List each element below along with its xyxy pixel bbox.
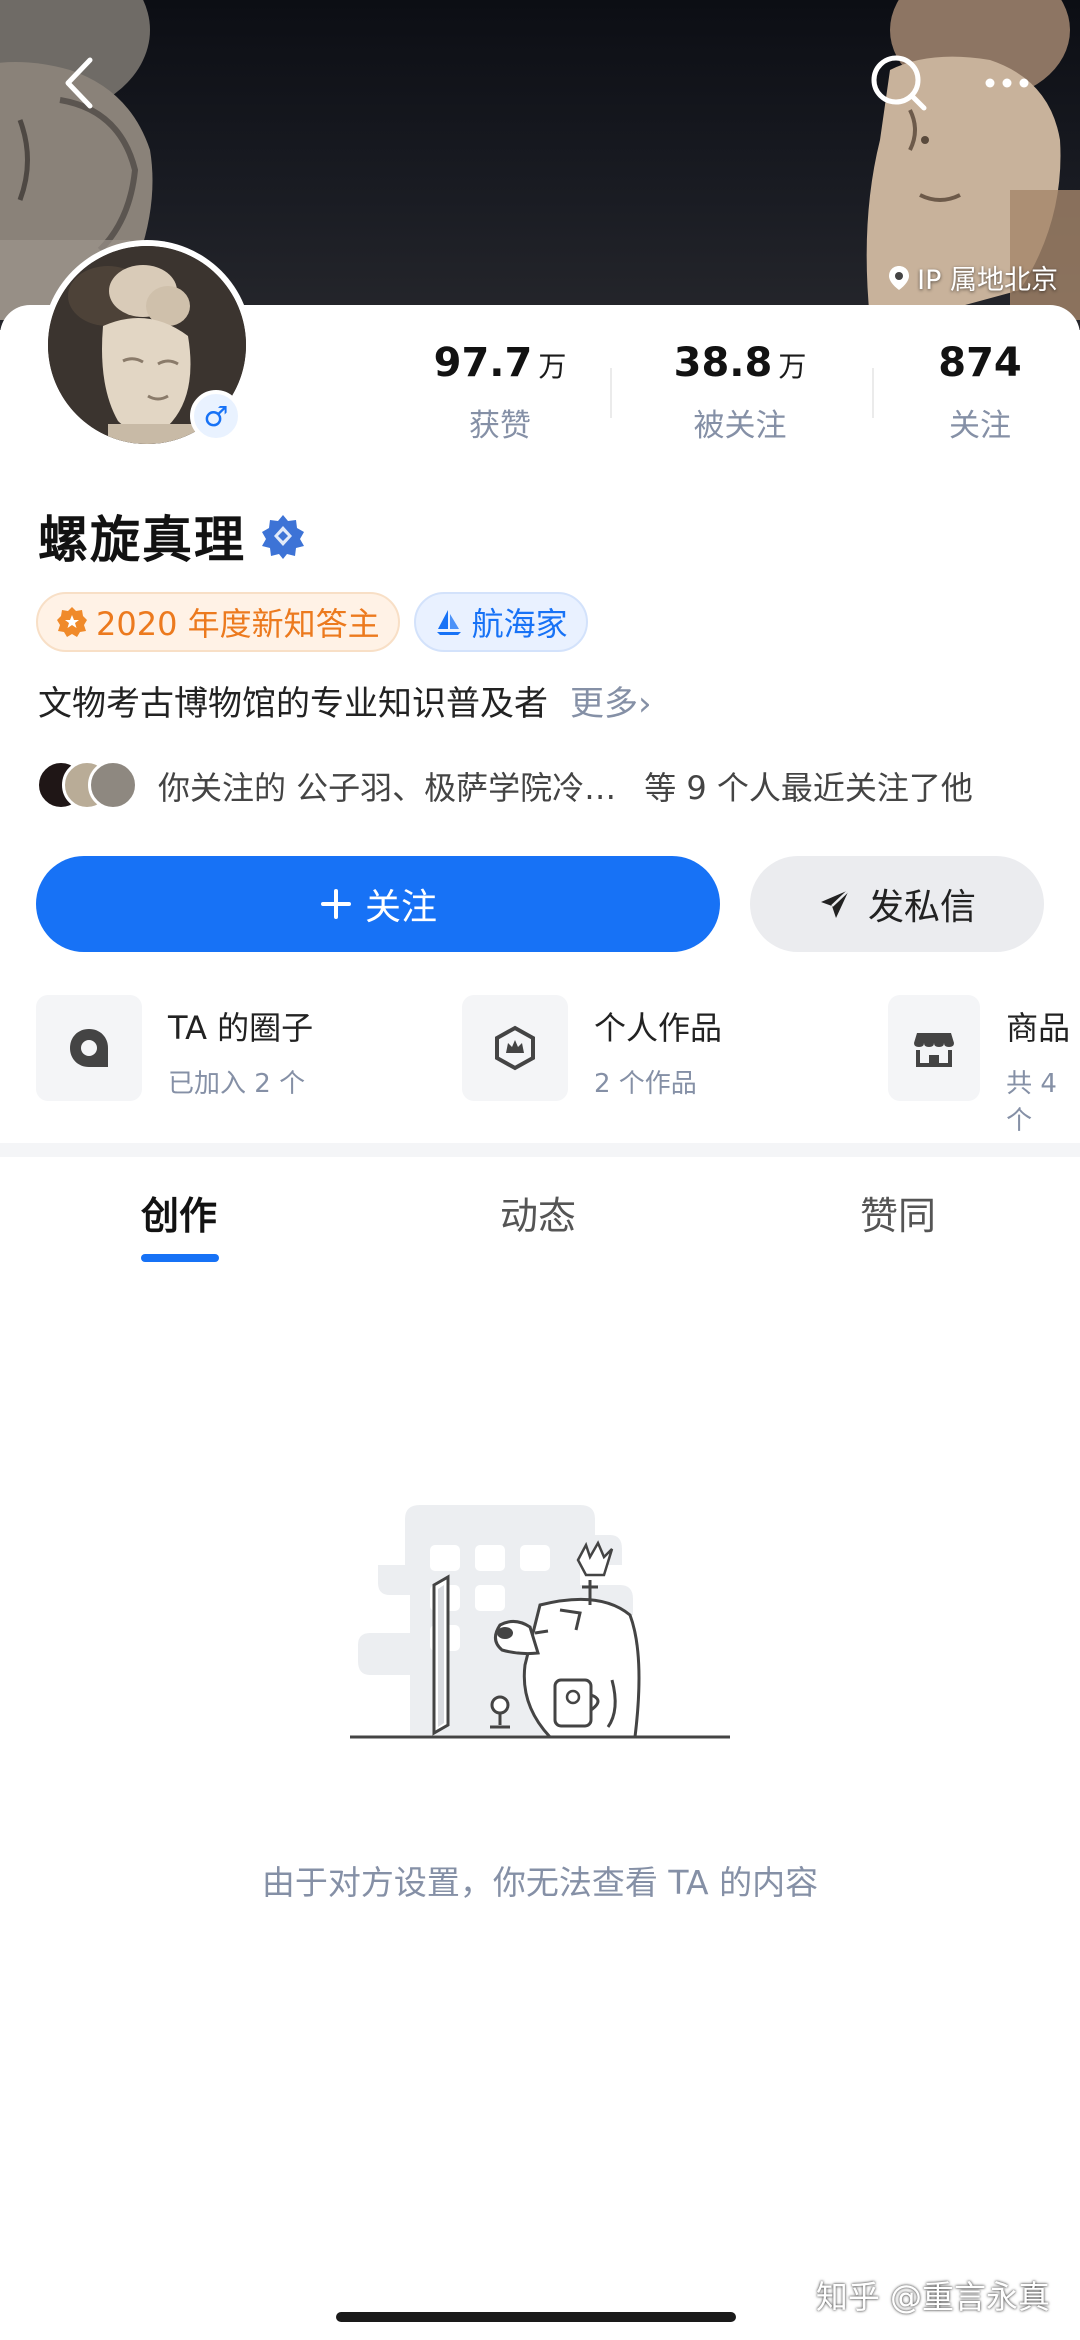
bio-row: 文物考古博物馆的专业知识普及者 更多› — [38, 676, 652, 725]
tab-creations[interactable]: 创作 — [141, 1185, 217, 1240]
badge-row: 2020 年度新知答主 航海家 — [36, 592, 588, 652]
plus-icon — [320, 889, 351, 919]
shortcut-circles-subtitle: 已加入 2 个 — [168, 1069, 306, 1099]
more-icon[interactable] — [970, 48, 1044, 118]
stat-likes-value: 97.7 — [433, 340, 533, 386]
search-icon[interactable] — [862, 46, 936, 120]
circle-icon — [36, 995, 142, 1101]
shortcut-circles[interactable]: TA 的圈子 已加入 2 个 — [36, 995, 313, 1101]
annual-answerer-badge[interactable]: 2020 年度新知答主 — [36, 592, 400, 652]
mutual-follow-text: 你关注的 公子羽、极萨学院冷… — [158, 769, 617, 807]
follow-button[interactable]: 关注 — [36, 856, 720, 952]
shortcut-works[interactable]: 个人作品 2 个作品 — [462, 995, 722, 1101]
send-icon — [820, 889, 850, 918]
navigator-label: 航海家 — [471, 605, 568, 643]
stat-followers-unit: 万 — [778, 350, 807, 383]
stat-followers-value: 38.8 — [673, 340, 773, 386]
mutual-follow-row[interactable]: 你关注的 公子羽、极萨学院冷… 等 9 个人最近关注了他 — [36, 760, 973, 812]
empty-state-message: 由于对方设置，你无法查看 TA 的内容 — [261, 1863, 819, 1902]
shortcut-works-subtitle: 2 个作品 — [594, 1069, 697, 1099]
shortcut-products-title: 商品 — [1006, 1009, 1071, 1047]
ip-location-text: IP 属地北京 — [917, 265, 1058, 296]
message-button-label: 发私信 — [867, 887, 976, 928]
active-tab-indicator — [141, 1254, 219, 1262]
shortcut-circles-title: TA 的圈子 — [168, 1009, 314, 1047]
mutual-avatars — [36, 760, 142, 812]
works-icon — [462, 995, 568, 1101]
stat-followers[interactable]: 38.8 万 被关注 — [640, 340, 840, 445]
ip-location: IP 属地北京 — [887, 258, 1058, 297]
stat-divider — [872, 368, 874, 418]
store-icon — [888, 995, 981, 1101]
bio-more-link[interactable]: 更多› — [570, 676, 652, 725]
section-divider — [0, 1143, 1080, 1157]
verified-badge-icon[interactable] — [260, 513, 306, 559]
male-gender-icon: ♂ — [190, 390, 242, 442]
watermark: 知乎 @重言永真 — [815, 2278, 1050, 2316]
name-row: 螺旋真理 — [38, 500, 306, 572]
shortcut-row: TA 的圈子 已加入 2 个 个人作品 2 个作品 商品 共 4 个 — [0, 995, 1080, 1136]
stat-likes-unit: 万 — [538, 350, 567, 383]
stat-likes[interactable]: 97.7 万 获赞 — [400, 340, 600, 445]
sailboat-icon — [436, 610, 461, 635]
medal-icon — [57, 607, 87, 637]
back-icon[interactable] — [48, 48, 118, 118]
location-pin-icon — [889, 265, 910, 290]
stats-row: 97.7 万 获赞 38.8 万 被关注 874 关注 — [360, 340, 1080, 460]
home-indicator[interactable] — [336, 2312, 736, 2322]
mutual-follow-suffix: 等 9 个人最近关注了他 — [644, 769, 973, 807]
tab-activity[interactable]: 动态 — [500, 1185, 576, 1240]
shortcut-products-subtitle: 共 4 个 — [1006, 1069, 1057, 1136]
stat-divider — [610, 368, 612, 418]
stat-following-label: 关注 — [949, 408, 1011, 444]
shortcut-works-title: 个人作品 — [594, 1009, 723, 1047]
shortcut-products[interactable]: 商品 共 4 个 — [888, 995, 1080, 1137]
mutual-avatar — [88, 760, 138, 810]
message-button[interactable]: 发私信 — [750, 856, 1044, 952]
username: 螺旋真理 — [38, 511, 246, 569]
tab-upvoted[interactable]: 赞同 — [860, 1185, 936, 1240]
stat-following-value: 874 — [938, 340, 1022, 386]
empty-state-illustration — [350, 1505, 730, 1739]
navigator-badge[interactable]: 航海家 — [413, 592, 588, 652]
stat-likes-label: 获赞 — [469, 408, 531, 444]
annual-answerer-label: 2020 年度新知答主 — [96, 605, 380, 643]
follow-button-label: 关注 — [364, 887, 437, 928]
bio-text: 文物考古博物馆的专业知识普及者 — [38, 684, 548, 724]
stat-followers-label: 被关注 — [693, 408, 787, 444]
stat-following[interactable]: 874 关注 — [920, 340, 1040, 445]
